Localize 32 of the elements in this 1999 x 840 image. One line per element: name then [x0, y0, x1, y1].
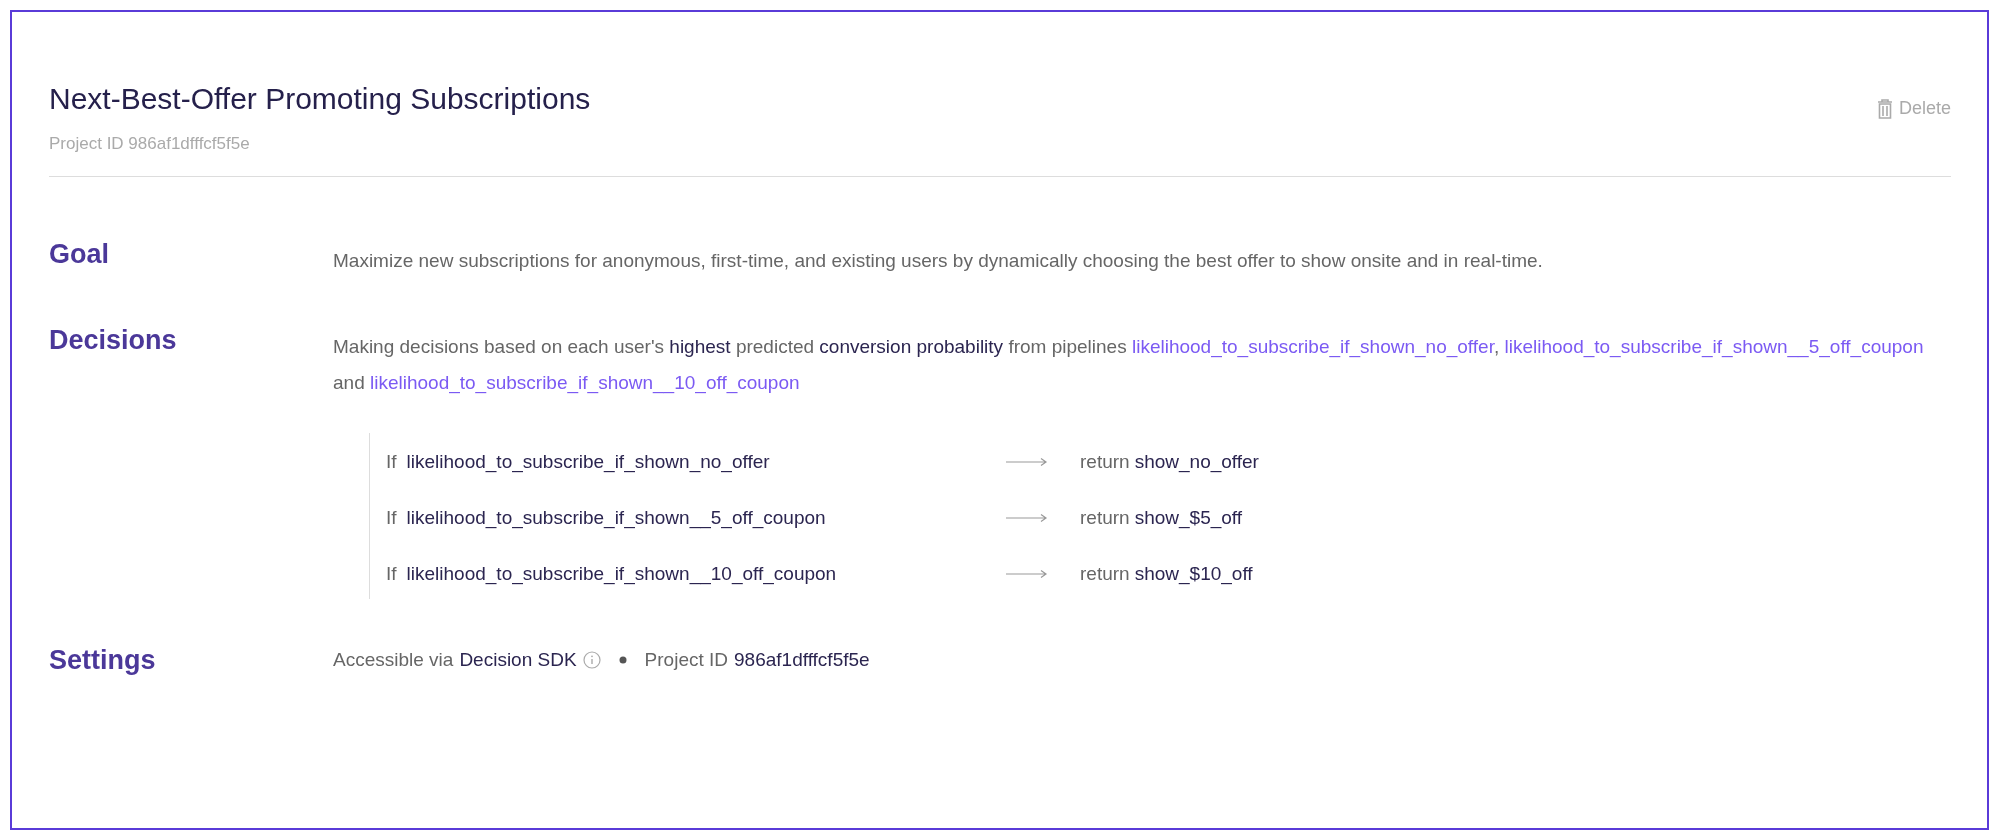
access-label: Accessible via	[333, 649, 454, 671]
return-value: show_$5_off	[1134, 507, 1243, 529]
section-label: Settings	[49, 645, 157, 676]
decisions-text: Making decisions based on each user's highest predicted conversion probability from pipelines likelihood_to_subscribe_if_shown_no_offer, likelihood_to_subscribe_if_shown__5_off_coupon and likelihood_to_subscribe_if_shown__10_off_coupon	[333, 335, 1925, 396]
if-keyword: If	[386, 451, 397, 473]
id-value: 986af1dfffcf5f5e	[734, 649, 870, 671]
pipeline-name: likelihood_to_subscribe_if_shown__10_off_coupon	[406, 563, 837, 585]
section-label: Goal	[49, 239, 110, 271]
pipeline-link[interactable]: likelihood_to_subscribe_if_shown__5_off_coupon	[1504, 336, 1924, 357]
project-title: Next-Best-Offer Promoting Subscriptions	[49, 82, 591, 116]
return-keyword: return	[1080, 507, 1130, 529]
if-keyword: If	[386, 563, 397, 585]
bullet-icon	[618, 656, 627, 664]
pipeline-name: likelihood_to_subscribe_if_shown_no_offer	[406, 451, 770, 473]
project-id: Project ID 986af1dfffcf5f5e	[49, 134, 251, 154]
goal-text: Maximize new subscriptions for anonymous, first-time, and existing users by dynamically choosing the best offer to show onsite and in real-time.	[333, 249, 1544, 273]
id-label: Project ID	[644, 649, 729, 671]
return-keyword: return	[1080, 563, 1130, 585]
section-label: Decisions	[49, 325, 178, 357]
arrow-icon	[1006, 457, 1048, 467]
access-value: Decision SDK	[459, 649, 577, 671]
pipeline-link[interactable]: likelihood_to_subscribe_if_shown_no_offer	[1131, 336, 1494, 357]
arrow-icon	[1006, 513, 1048, 523]
if-keyword: If	[386, 507, 397, 529]
pipeline-link[interactable]: likelihood_to_subscribe_if_shown__10_off_coupon	[370, 372, 800, 393]
trash-icon	[1876, 98, 1893, 119]
return-keyword: return	[1080, 451, 1130, 473]
arrow-icon	[1006, 569, 1048, 579]
return-value: show_no_offer	[1134, 451, 1259, 473]
return-value: show_$10_off	[1134, 563, 1253, 585]
info-icon	[582, 651, 601, 669]
pipeline-name: likelihood_to_subscribe_if_shown__5_off_coupon	[406, 507, 826, 529]
